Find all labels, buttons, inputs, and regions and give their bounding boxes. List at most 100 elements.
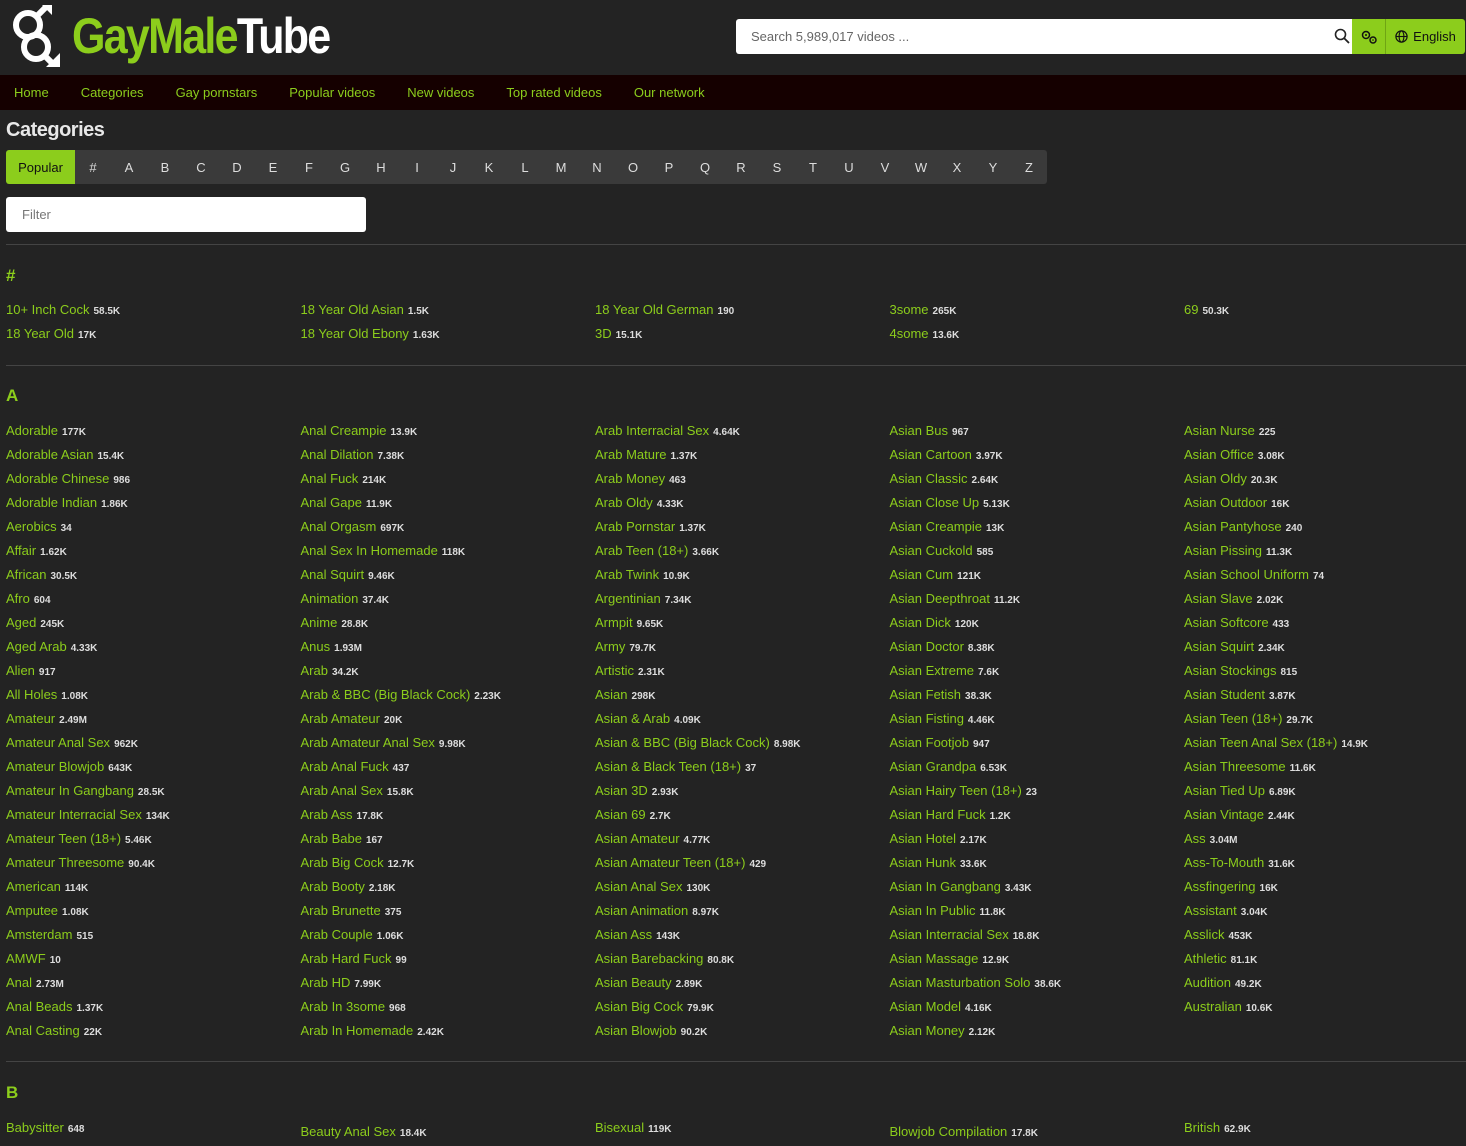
category-link[interactable]: Arab Twink <box>595 567 659 582</box>
category-link[interactable]: Anal Casting <box>6 1023 80 1038</box>
category-link[interactable]: Asian In Public <box>890 903 976 918</box>
category-link[interactable]: African <box>6 567 46 582</box>
category-link[interactable]: Asian Doctor <box>890 639 964 654</box>
category-link[interactable]: Arab Couple <box>301 927 373 942</box>
category-link[interactable]: Arab Anal Fuck <box>301 759 389 774</box>
category-link[interactable]: Asian Footjob <box>890 735 970 750</box>
category-link[interactable]: Asian Nurse <box>1184 423 1255 438</box>
category-link[interactable]: 10+ Inch Cock <box>6 302 89 317</box>
category-link[interactable]: Adorable <box>6 423 58 438</box>
category-link[interactable]: Asian Hotel <box>890 831 956 846</box>
category-link[interactable]: Anal Dilation <box>301 447 374 462</box>
category-link[interactable]: Asian Hard Fuck <box>890 807 986 822</box>
letter-tab-a[interactable]: A <box>111 150 147 184</box>
search-icon[interactable] <box>1334 28 1350 44</box>
letter-tab-y[interactable]: Y <box>975 150 1011 184</box>
letter-tab-c[interactable]: C <box>183 150 219 184</box>
category-link[interactable]: Asian Masturbation Solo <box>890 975 1031 990</box>
letter-tab-w[interactable]: W <box>903 150 939 184</box>
category-link[interactable]: Asian Blowjob <box>595 1023 677 1038</box>
category-link[interactable]: Assfingering <box>1184 879 1256 894</box>
category-link[interactable]: Aged Arab <box>6 639 67 654</box>
category-link[interactable]: Anal Gape <box>301 495 362 510</box>
category-link[interactable]: British <box>1184 1120 1220 1135</box>
category-link[interactable]: Asian Hairy Teen (18+) <box>890 783 1022 798</box>
category-link[interactable]: Anal Orgasm <box>301 519 377 534</box>
nav-top-rated-videos[interactable]: Top rated videos <box>506 85 601 100</box>
category-link[interactable]: Anime <box>301 615 338 630</box>
category-link[interactable]: Asian Fisting <box>890 711 964 726</box>
letter-tab-d[interactable]: D <box>219 150 255 184</box>
letter-tab-n[interactable]: N <box>579 150 615 184</box>
category-link[interactable]: 18 Year Old German <box>595 302 714 317</box>
category-link[interactable]: Asian & Arab <box>595 711 670 726</box>
letter-tab-o[interactable]: O <box>615 150 651 184</box>
category-link[interactable]: Arab Big Cock <box>301 855 384 870</box>
nav-gay-pornstars[interactable]: Gay pornstars <box>176 85 258 100</box>
category-link[interactable]: Adorable Asian <box>6 447 93 462</box>
category-link[interactable]: Anal Squirt <box>301 567 365 582</box>
category-link[interactable]: Asian Beauty <box>595 975 672 990</box>
category-link[interactable]: Arab In 3some <box>301 999 386 1014</box>
category-link[interactable]: Asian Close Up <box>890 495 980 510</box>
category-link[interactable]: 18 Year Old Asian <box>301 302 404 317</box>
category-link[interactable]: Amateur In Gangbang <box>6 783 134 798</box>
letter-tab-f[interactable]: F <box>291 150 327 184</box>
letter-tab-s[interactable]: S <box>759 150 795 184</box>
category-link[interactable]: Arab & BBC (Big Black Cock) <box>301 687 471 702</box>
category-link[interactable]: Arab Amateur Anal Sex <box>301 735 435 750</box>
letter-tab-q[interactable]: Q <box>687 150 723 184</box>
category-link[interactable]: Asian Slave <box>1184 591 1253 606</box>
category-link[interactable]: American <box>6 879 61 894</box>
category-link[interactable]: Asian Stockings <box>1184 663 1277 678</box>
category-link[interactable]: Asian Amateur Teen (18+) <box>595 855 745 870</box>
nav-categories[interactable]: Categories <box>81 85 144 100</box>
settings-button[interactable] <box>1352 19 1386 54</box>
category-link[interactable]: Alien <box>6 663 35 678</box>
category-link[interactable]: 18 Year Old Ebony <box>301 326 409 341</box>
category-link[interactable]: Anal Beads <box>6 999 73 1014</box>
letter-tab-u[interactable]: U <box>831 150 867 184</box>
category-link[interactable]: Amateur Teen (18+) <box>6 831 121 846</box>
letter-tab-l[interactable]: L <box>507 150 543 184</box>
category-link[interactable]: 69 <box>1184 302 1198 317</box>
category-link[interactable]: Arab Ass <box>301 807 353 822</box>
category-link[interactable]: Arab Pornstar <box>595 519 675 534</box>
category-link[interactable]: Aged <box>6 615 36 630</box>
letter-tab-i[interactable]: I <box>399 150 435 184</box>
category-link[interactable]: Asian & BBC (Big Black Cock) <box>595 735 770 750</box>
category-link[interactable]: 18 Year Old <box>6 326 74 341</box>
category-link[interactable]: Animation <box>301 591 359 606</box>
category-link[interactable]: Arab Money <box>595 471 665 486</box>
category-link[interactable]: Affair <box>6 543 36 558</box>
category-link[interactable]: Asian Extreme <box>890 663 975 678</box>
letter-tab-j[interactable]: J <box>435 150 471 184</box>
category-link[interactable]: Asian Pantyhose <box>1184 519 1282 534</box>
category-link[interactable]: Asian Tied Up <box>1184 783 1265 798</box>
category-link[interactable]: Asian Threesome <box>1184 759 1286 774</box>
category-link[interactable]: Adorable Indian <box>6 495 97 510</box>
category-link[interactable]: Anal <box>6 975 32 990</box>
category-link[interactable]: Asian Model <box>890 999 962 1014</box>
category-link[interactable]: Asian Ass <box>595 927 652 942</box>
category-link[interactable]: Asian Amateur <box>595 831 680 846</box>
letter-tab-r[interactable]: R <box>723 150 759 184</box>
category-link[interactable]: Asian & Black Teen (18+) <box>595 759 741 774</box>
category-link[interactable]: Asian Animation <box>595 903 688 918</box>
category-link[interactable]: Anus <box>301 639 331 654</box>
category-link[interactable]: Amputee <box>6 903 58 918</box>
category-link[interactable]: Adorable Chinese <box>6 471 109 486</box>
category-link[interactable]: Amateur Threesome <box>6 855 124 870</box>
letter-tab-m[interactable]: M <box>543 150 579 184</box>
letter-tab-h[interactable]: H <box>363 150 399 184</box>
category-link[interactable]: 3D <box>595 326 612 341</box>
category-link[interactable]: Asian Teen Anal Sex (18+) <box>1184 735 1337 750</box>
category-link[interactable]: Asian Oldy <box>1184 471 1247 486</box>
category-link[interactable]: Arab Oldy <box>595 495 653 510</box>
category-link[interactable]: Arab <box>301 663 328 678</box>
letter-tab-b[interactable]: B <box>147 150 183 184</box>
category-link[interactable]: Asian Pissing <box>1184 543 1262 558</box>
category-link[interactable]: Arab Hard Fuck <box>301 951 392 966</box>
category-link[interactable]: 4some <box>890 326 929 341</box>
search-input[interactable] <box>736 19 1316 54</box>
